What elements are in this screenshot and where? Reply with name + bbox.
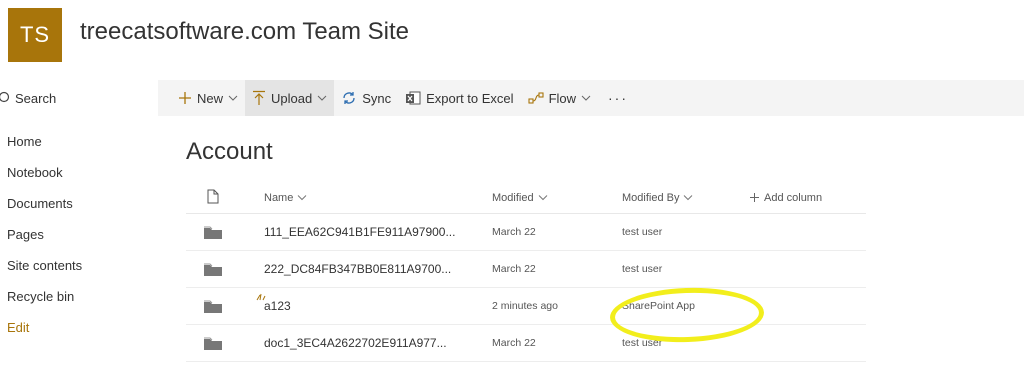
table-row[interactable]: a123 2 minutes ago SharePoint App	[186, 288, 866, 325]
item-modified-by: test user	[622, 263, 663, 275]
plus-icon	[750, 193, 759, 202]
item-name[interactable]: doc1_3EC4A2622702E911A977...	[234, 336, 492, 350]
item-name[interactable]: 111_EEA62C941B1FE911A97900...	[234, 225, 492, 239]
site-header: TS treecatsoftware.com Team Site	[0, 0, 1024, 80]
item-modified-by: test user	[622, 226, 663, 238]
new-item-icon	[256, 293, 266, 301]
nav-edit-link[interactable]: Edit	[0, 312, 158, 343]
modified-by-column-header[interactable]: Modified By	[622, 192, 750, 204]
nav-item-recycle-bin[interactable]: Recycle bin	[0, 281, 158, 312]
plus-icon	[178, 91, 192, 105]
folder-icon	[186, 263, 234, 276]
export-label: Export to Excel	[426, 90, 514, 106]
folder-icon	[186, 300, 234, 313]
search-box[interactable]: Search	[0, 80, 158, 116]
folder-icon	[186, 226, 234, 239]
table-row[interactable]: 222_DC84FB347BB0E811A9700... March 22 te…	[186, 251, 866, 288]
sync-label: Sync	[362, 90, 392, 106]
chevron-down-icon	[683, 194, 693, 201]
table-row[interactable]: doc1_3EC4A2622702E911A977... March 22 te…	[186, 325, 866, 362]
name-header-label: Name	[264, 191, 294, 204]
flow-button[interactable]: Flow	[521, 80, 598, 116]
chevron-down-icon	[581, 94, 591, 102]
upload-label: Upload	[271, 90, 313, 106]
search-icon	[0, 91, 11, 105]
table-row[interactable]: 111_EEA62C941B1FE911A97900... March 22 t…	[186, 214, 866, 251]
modified-column-header[interactable]: Modified	[492, 192, 622, 204]
item-modified: 2 minutes ago	[492, 300, 558, 312]
chevron-down-icon	[317, 94, 327, 102]
library-title: Account	[186, 138, 273, 165]
excel-icon	[405, 90, 421, 106]
document-icon	[207, 189, 219, 207]
upload-icon	[252, 90, 266, 106]
nav-item-site-contents[interactable]: Site contents	[0, 250, 158, 281]
list-header: Name Modified Modified By Add column	[186, 182, 866, 214]
more-options-button[interactable]: ···	[598, 80, 635, 116]
item-name[interactable]: a123	[264, 299, 291, 313]
document-library: Account Name Modified Modified By Add co…	[158, 116, 1024, 367]
add-column-button[interactable]: Add column	[750, 192, 866, 204]
nav-item-documents[interactable]: Documents	[0, 188, 158, 219]
search-label: Search	[15, 90, 57, 106]
chevron-down-icon	[228, 94, 238, 102]
item-modified-by: test user	[622, 337, 663, 349]
item-modified: March 22	[492, 226, 536, 238]
nav-item-notebook[interactable]: Notebook	[0, 157, 158, 188]
new-label: New	[197, 90, 224, 106]
file-list: Name Modified Modified By Add column 111…	[186, 182, 866, 362]
chevron-down-icon	[297, 194, 307, 201]
nav-item-pages[interactable]: Pages	[0, 219, 158, 250]
nav-list: Home Notebook Documents Pages Site conte…	[0, 126, 158, 343]
flow-icon	[528, 91, 544, 105]
command-bar: New Upload Sync Export to Excel Flow ···	[158, 80, 1024, 116]
name-column-header[interactable]: Name	[234, 192, 492, 204]
new-button[interactable]: New	[158, 80, 245, 116]
item-name[interactable]: 222_DC84FB347BB0E811A9700...	[234, 262, 492, 276]
sync-button[interactable]: Sync	[334, 80, 398, 116]
export-to-excel-button[interactable]: Export to Excel	[398, 80, 520, 116]
left-navigation: Search Home Notebook Documents Pages Sit…	[0, 80, 158, 367]
upload-button[interactable]: Upload	[245, 80, 335, 116]
site-logo[interactable]: TS	[8, 8, 62, 62]
site-title[interactable]: treecatsoftware.com Team Site	[80, 18, 409, 46]
item-modified-by: SharePoint App	[622, 300, 695, 312]
sync-icon	[341, 90, 357, 106]
modified-by-header-label: Modified By	[622, 191, 680, 204]
chevron-down-icon	[538, 194, 548, 201]
add-column-label: Add column	[764, 191, 823, 204]
nav-item-home[interactable]: Home	[0, 126, 158, 157]
flow-label: Flow	[548, 90, 577, 106]
file-type-header[interactable]	[186, 189, 234, 207]
item-modified: March 22	[492, 263, 536, 275]
modified-header-label: Modified	[492, 191, 534, 204]
item-modified: March 22	[492, 337, 536, 349]
folder-icon	[186, 337, 234, 350]
item-name-wrapper: a123	[234, 293, 492, 313]
